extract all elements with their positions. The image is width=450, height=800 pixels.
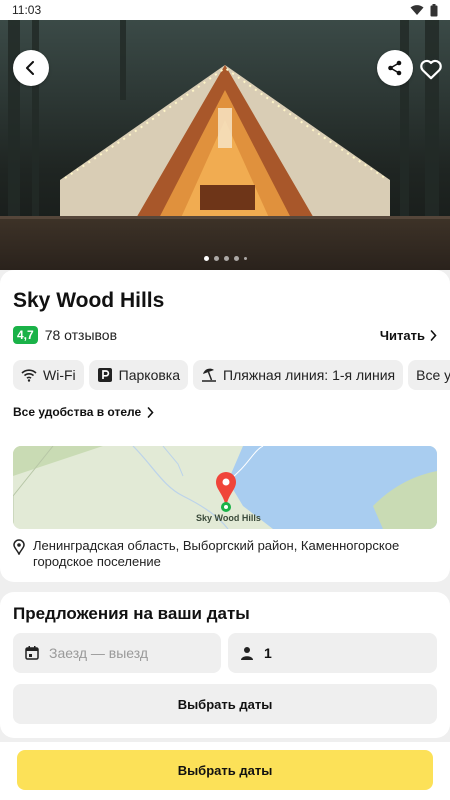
wooden-deck [0, 216, 450, 270]
offers-card: Предложения на ваши даты Заезд — выезд 1… [0, 592, 450, 738]
wifi-signal-icon [410, 5, 424, 15]
amenity-chip-all[interactable]: Все удобства [408, 360, 450, 390]
choose-dates-primary-button[interactable]: Выбрать даты [17, 750, 433, 790]
rating-badge: 4,7 [13, 326, 38, 344]
guests-count: 1 [264, 645, 272, 661]
bottom-action-bar: Выбрать даты [0, 742, 450, 800]
gallery-dot[interactable] [213, 256, 219, 261]
deck-edge [0, 216, 450, 219]
beach-umbrella-icon [201, 367, 217, 383]
amenity-label: Пляжная линия: 1-я линия [223, 367, 396, 383]
share-icon [388, 60, 402, 76]
gallery-dot[interactable] [223, 256, 229, 261]
chevron-left-icon [26, 61, 34, 75]
location-pin-icon [13, 539, 25, 555]
gallery-dot[interactable] [243, 257, 247, 260]
all-amenities-link[interactable]: Все удобства в отеле [13, 405, 154, 419]
map-pin-label: Sky Wood Hills [196, 513, 261, 523]
amenities-scroller[interactable]: Wi-Fi Парковка Пляжная линия: 1-я линия … [0, 358, 450, 392]
all-amenities-label: Все удобства в отеле [13, 405, 142, 419]
read-reviews-link[interactable]: Читать [380, 328, 437, 343]
tree-trunk [400, 20, 409, 220]
status-icons [410, 3, 438, 17]
reviews-count[interactable]: 78 отзывов [45, 327, 117, 343]
gallery-pagination [0, 256, 450, 261]
hotel-info-card: Sky Wood Hills 4,7 78 отзывов Читать Wi-… [0, 270, 450, 582]
amenity-chip-wifi[interactable]: Wi-Fi [13, 360, 84, 390]
read-reviews-label: Читать [379, 327, 425, 343]
hotel-photo-gallery[interactable] [0, 20, 450, 270]
dates-placeholder: Заезд — выезд [49, 645, 149, 661]
status-bar: 11:03 [0, 0, 450, 20]
calendar-icon [25, 646, 39, 660]
rating-row: 4,7 78 отзывов Читать [13, 326, 437, 344]
gallery-dot[interactable] [233, 256, 239, 261]
status-time: 11:03 [12, 3, 42, 17]
hotel-address: Ленинградская область, Выборгский район,… [13, 538, 433, 570]
address-text: Ленинградская область, Выборгский район,… [33, 538, 400, 569]
share-button[interactable] [377, 50, 413, 86]
heart-icon [420, 59, 442, 80]
amenity-label: Wi-Fi [43, 367, 76, 383]
back-button[interactable] [13, 50, 49, 86]
amenity-chip-parking[interactable]: Парковка [88, 360, 189, 390]
amenity-chip-beach[interactable]: Пляжная линия: 1-я линия [193, 360, 404, 390]
chevron-right-icon [430, 329, 437, 341]
offers-title: Предложения на ваши даты [13, 604, 250, 623]
guests-field[interactable]: 1 [228, 633, 437, 673]
tree-trunk [8, 20, 20, 220]
person-icon [241, 647, 253, 660]
hotel-name: Sky Wood Hills [13, 289, 165, 312]
dates-field[interactable]: Заезд — выезд [13, 633, 221, 673]
parking-icon [97, 367, 113, 383]
glamping-tent-image [60, 65, 390, 220]
location-map[interactable]: Sky Wood Hills [13, 446, 437, 529]
amenity-label: Все удобства [416, 367, 450, 383]
gallery-dot[interactable] [203, 256, 209, 261]
favorite-button[interactable] [418, 56, 444, 82]
choose-dates-button[interactable]: Выбрать даты [13, 684, 437, 724]
tree-trunk [425, 20, 439, 220]
amenity-label: Парковка [118, 367, 181, 383]
battery-icon [430, 3, 438, 16]
chevron-right-icon [147, 406, 154, 418]
wifi-icon [21, 367, 37, 383]
